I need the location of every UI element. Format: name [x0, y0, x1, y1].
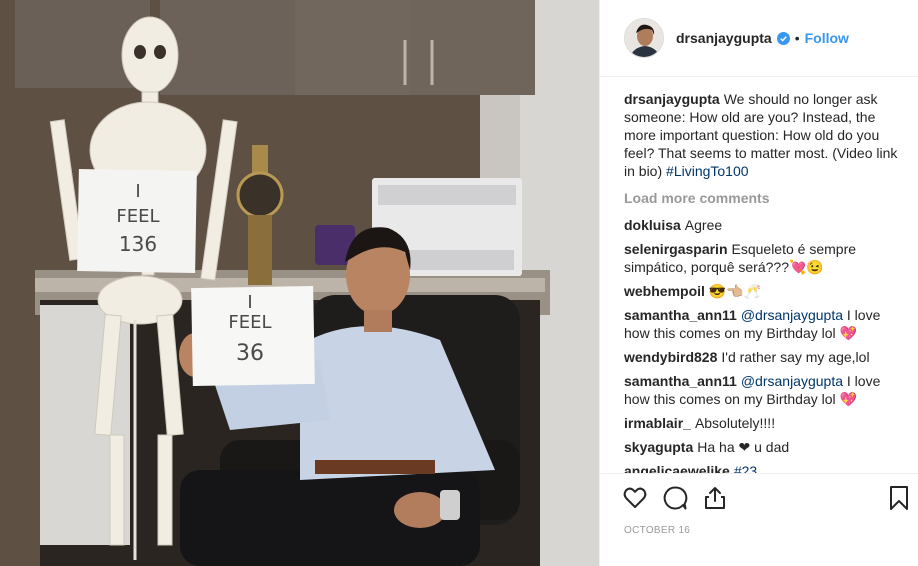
heart-icon[interactable] — [622, 485, 648, 511]
sign-right-line2: FEEL — [228, 312, 271, 333]
comment-item: samantha_ann11 @drsanjaygupta I love how … — [624, 306, 900, 342]
comment-icon[interactable] — [662, 485, 688, 511]
comments-list[interactable]: drsanjaygupta We should no longer ask som… — [624, 90, 900, 473]
header-separator: • — [794, 30, 800, 46]
comment-text: I'd rather say my age,lol — [721, 349, 870, 365]
load-more-comments-button[interactable]: Load more comments — [624, 189, 900, 207]
caption-username[interactable]: drsanjaygupta — [624, 91, 720, 107]
sign-right-line1: I — [247, 292, 252, 313]
comment-item: selenirgasparin Esqueleto é sempre simpát… — [624, 240, 900, 276]
comment-text: Absolutely!!!! — [694, 415, 776, 431]
comment-mention[interactable]: @drsanjaygupta — [741, 307, 843, 323]
comment-item: skyagupta Ha ha ❤ u dad — [624, 438, 900, 456]
comment-username[interactable]: samantha_ann11 — [624, 373, 737, 389]
comment-item: irmablair_ Absolutely!!!! — [624, 414, 900, 432]
comment-username[interactable]: angelicaewelike — [624, 463, 730, 473]
post-caption: drsanjaygupta We should no longer ask som… — [624, 90, 900, 180]
comment-username[interactable]: selenirgasparin — [624, 241, 728, 257]
comment-item: webhempoil 😎👈🏼🥂 — [624, 282, 900, 300]
action-bar — [600, 473, 918, 521]
comment-text: 😎👈🏼🥂 — [708, 283, 762, 299]
comment-item: samantha_ann11 @drsanjaygupta I love how … — [624, 372, 900, 408]
sign-left: I FEEL 136 — [77, 168, 197, 274]
comment-mention[interactable]: @drsanjaygupta — [741, 373, 843, 389]
post-photo[interactable]: I FEEL 136 I FEEL 36 — [0, 0, 599, 566]
sign-left-line1: I — [135, 181, 140, 202]
comment-hashtag[interactable]: #23 — [734, 463, 757, 473]
sign-left-line3: 136 — [119, 232, 157, 256]
comment-text: Agree — [684, 217, 723, 233]
verified-icon — [776, 31, 790, 45]
sign-right-line3: 36 — [236, 341, 264, 366]
avatar-image — [625, 19, 663, 57]
post-details-panel: drsanjaygupta • Follow drsanjaygupta We s… — [599, 0, 918, 566]
bookmark-icon[interactable] — [888, 485, 910, 511]
comment-username[interactable]: dokluisa — [624, 217, 681, 233]
header-username[interactable]: drsanjaygupta — [676, 30, 772, 46]
comment-item: dokluisa Agree — [624, 216, 900, 234]
follow-button[interactable]: Follow — [805, 30, 849, 46]
comment-username[interactable]: wendybird828 — [624, 349, 717, 365]
comment-username[interactable]: irmablair_ — [624, 415, 691, 431]
post-header: drsanjaygupta • Follow — [600, 0, 918, 77]
comment-username[interactable]: skyagupta — [624, 439, 693, 455]
comment-username[interactable]: webhempoil — [624, 283, 705, 299]
comment-item: angelicaewelike #23 — [624, 462, 900, 473]
sign-left-line2: FEEL — [116, 206, 159, 227]
comment-item: wendybird828 I'd rather say my age,lol — [624, 348, 900, 366]
comment-username[interactable]: samantha_ann11 — [624, 307, 737, 323]
post-image: I FEEL 136 I FEEL 36 — [0, 0, 599, 566]
post-timestamp[interactable]: OCTOBER 16 — [624, 525, 690, 536]
caption-hashtag[interactable]: #LivingTo100 — [666, 163, 749, 179]
comment-text: Ha ha ❤ u dad — [697, 439, 790, 455]
avatar[interactable] — [624, 18, 664, 58]
sign-right: I FEEL 36 — [191, 285, 315, 387]
share-icon[interactable] — [702, 485, 728, 511]
